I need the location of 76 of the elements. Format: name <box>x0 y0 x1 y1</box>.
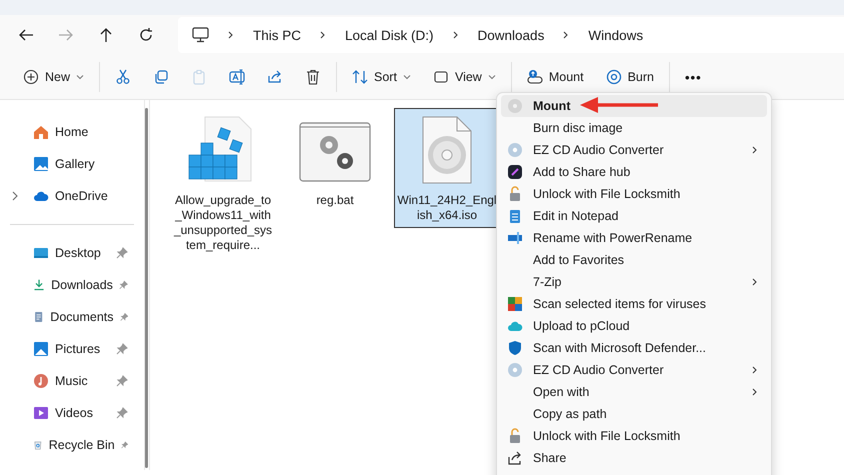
share-icon <box>267 69 284 85</box>
sidebar-item[interactable]: Desktop <box>55 246 110 260</box>
sidebar-item[interactable]: Home <box>55 125 144 139</box>
menu-item[interactable]: EZ CD Audio Converter <box>501 139 767 161</box>
sort-icon <box>352 69 368 85</box>
video-icon <box>33 405 49 421</box>
menu-item[interactable]: Unlock with File Locksmith <box>501 425 767 447</box>
delete-icon <box>305 69 322 85</box>
menu-item[interactable]: Mount <box>501 95 767 117</box>
shield-icon <box>507 340 523 356</box>
menu-item[interactable]: Add to Favorites <box>501 249 767 271</box>
toolbar-button[interactable]: New <box>14 62 94 92</box>
toolbar-button[interactable]: Burn <box>596 62 663 92</box>
computer-icon[interactable] <box>192 27 209 43</box>
sidebar-item[interactable]: Recycle Bin <box>48 438 115 452</box>
disc-icon <box>507 142 523 158</box>
chevron-icon <box>319 31 328 39</box>
desktop-icon <box>33 245 49 261</box>
copy-icon <box>153 69 170 85</box>
plus-icon <box>23 69 39 85</box>
padlock-icon <box>507 428 523 444</box>
menu-item[interactable]: EZ CD Audio Converter <box>501 359 767 381</box>
share-hub-icon <box>507 164 523 180</box>
menu-item[interactable]: Edit in Notepad <box>501 205 767 227</box>
menu-item[interactable]: Add to Share hub <box>501 161 767 183</box>
document-icon <box>33 309 44 325</box>
rename-icon <box>507 230 523 246</box>
menu-item[interactable]: Copy as path <box>501 403 767 425</box>
file-tile[interactable]: reg.bat <box>282 108 388 213</box>
expand-chevron-icon[interactable] <box>11 191 19 201</box>
breadcrumb-item[interactable]: Windows <box>588 28 644 42</box>
home-icon <box>33 124 49 140</box>
chevron-icon <box>452 31 460 39</box>
disc-icon <box>606 69 622 85</box>
music-icon <box>33 373 49 389</box>
paste-icon <box>191 69 208 85</box>
antivirus-icon <box>507 296 523 312</box>
share-icon <box>507 450 523 466</box>
menu-item[interactable]: Upload to pCloud <box>501 315 767 337</box>
padlock-icon <box>507 186 523 202</box>
menu-item[interactable]: 7-Zip <box>501 271 767 293</box>
view-icon <box>432 69 449 85</box>
menu-item[interactable]: Share <box>501 447 767 469</box>
menu-item[interactable]: Scan with Microsoft Defender... <box>501 337 767 359</box>
download-icon <box>33 277 46 293</box>
cut-icon <box>115 69 132 85</box>
gallery-icon <box>33 156 49 172</box>
pictures-icon <box>33 341 49 357</box>
breadcrumb-item[interactable]: Local Disk (D:) <box>345 28 434 42</box>
chevron-icon <box>227 31 235 39</box>
menu-item[interactable]: Open with <box>501 381 767 403</box>
notepad-icon <box>507 208 523 224</box>
sidebar-item[interactable]: Downloads <box>51 278 113 292</box>
toolbar-button[interactable]: ••• <box>676 62 711 92</box>
sidebar-item[interactable]: Music <box>55 374 110 388</box>
sidebar-item[interactable]: Documents <box>50 310 114 324</box>
rename-icon <box>229 69 246 85</box>
breadcrumb-item[interactable]: This PC <box>253 28 302 42</box>
menu-item[interactable]: Unlock with File Locksmith <box>501 183 767 205</box>
disc-drive-icon <box>526 69 543 85</box>
sidebar-item[interactable]: OneDrive <box>55 189 144 203</box>
toolbar-button[interactable]: Mount <box>518 62 593 92</box>
disc-icon <box>507 98 523 114</box>
toolbar-button[interactable]: View <box>424 62 505 92</box>
scrollbar-thumb[interactable] <box>145 108 148 468</box>
file-tile[interactable]: Allow_upgrade_to_Windows11_with_unsupported_system_require... <box>170 108 276 258</box>
chevron-icon <box>562 31 570 39</box>
breadcrumb-item[interactable]: Downloads <box>478 28 544 42</box>
menu-item[interactable]: Rename with PowerRename <box>501 227 767 249</box>
toolbar-button[interactable]: Sort <box>343 62 420 92</box>
menu-item[interactable]: Burn disc image <box>501 117 767 139</box>
sidebar-item[interactable]: Gallery <box>55 157 144 171</box>
disc-icon <box>507 362 523 378</box>
sidebar-item[interactable]: Videos <box>55 406 110 420</box>
sidebar-item[interactable]: Pictures <box>55 342 110 356</box>
menu-item[interactable]: Scan selected items for viruses <box>501 293 767 315</box>
